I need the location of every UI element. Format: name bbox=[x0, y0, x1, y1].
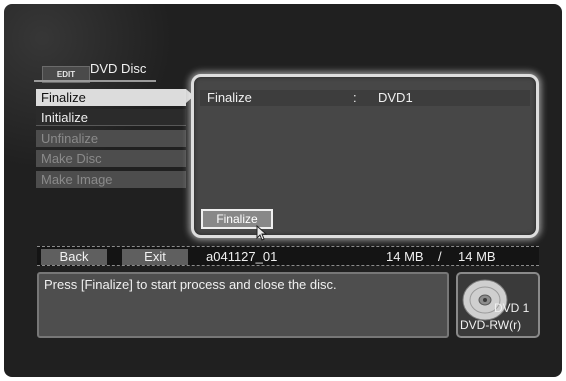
menu-item-finalize[interactable]: Finalize bbox=[36, 89, 186, 106]
info-label: Finalize bbox=[207, 90, 252, 105]
menu-item-unfinalize[interactable]: Unfinalize bbox=[36, 130, 186, 147]
disc-label: DVD 1 bbox=[494, 301, 530, 315]
title-name: a041127_01 bbox=[206, 249, 278, 264]
message-text: Press [Finalize] to start process and cl… bbox=[44, 277, 337, 292]
menu-item-make-image[interactable]: Make Image bbox=[36, 171, 186, 188]
total-size: 14 MB bbox=[458, 249, 496, 264]
disc-type: DVD-RW(r) bbox=[460, 318, 522, 332]
size-separator: / bbox=[438, 249, 442, 264]
title-underline bbox=[34, 80, 156, 82]
back-button[interactable]: Back bbox=[41, 249, 107, 265]
menu-item-make-disc[interactable]: Make Disc bbox=[36, 150, 186, 167]
screen-title: DVD Disc bbox=[90, 61, 147, 76]
disc-icon bbox=[462, 279, 508, 321]
used-size: 14 MB bbox=[386, 249, 424, 264]
info-value: DVD1 bbox=[378, 90, 413, 105]
menu-item-initialize[interactable]: Initialize bbox=[36, 109, 186, 126]
info-separator: : bbox=[353, 90, 357, 105]
pointer-icon bbox=[256, 225, 268, 241]
exit-button[interactable]: Exit bbox=[122, 249, 188, 265]
